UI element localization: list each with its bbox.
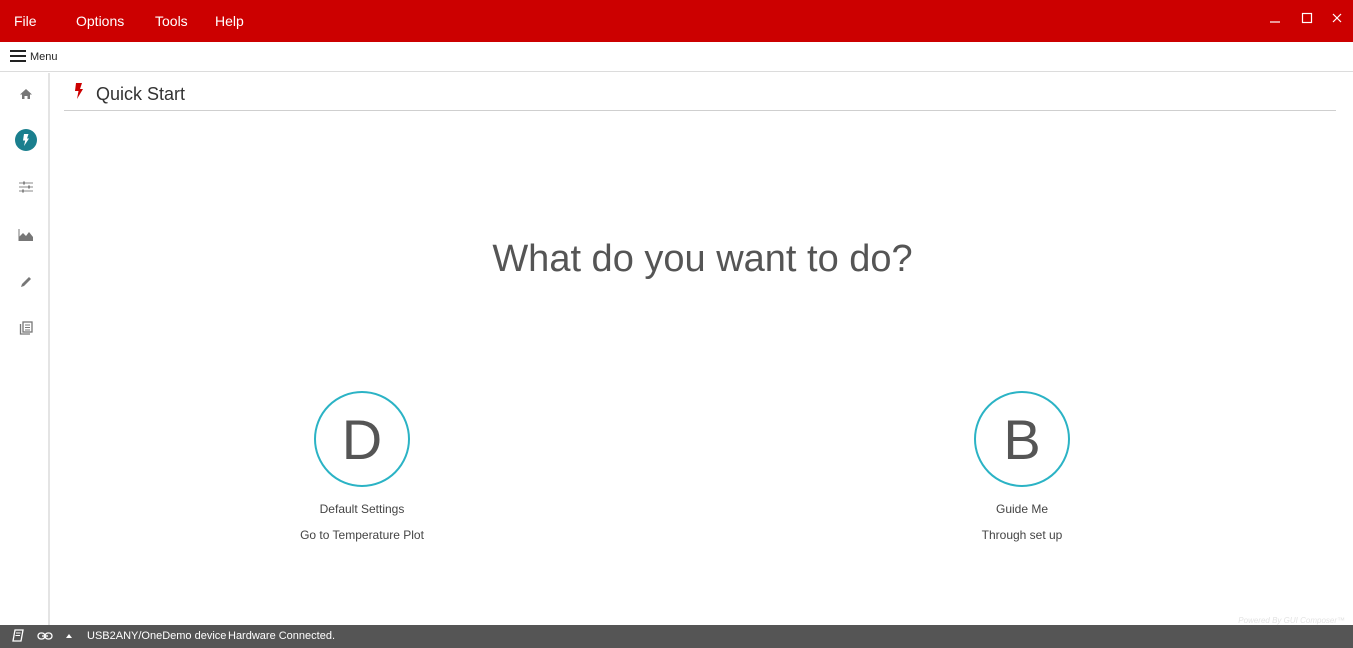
document-icon[interactable] xyxy=(15,317,37,339)
connection-status: Hardware Connected. xyxy=(228,630,336,642)
caret-up-icon[interactable] xyxy=(65,631,73,643)
pencil-icon[interactable] xyxy=(15,271,37,293)
menu-tools[interactable]: Tools xyxy=(155,13,188,29)
option-subtitle: Go to Temperature Plot xyxy=(300,528,424,542)
page-header: Quick Start xyxy=(64,73,1336,111)
guide-me-option[interactable]: B Guide Me Through set up xyxy=(922,391,1122,542)
default-settings-button[interactable]: D xyxy=(314,391,410,487)
home-icon[interactable] xyxy=(15,83,37,105)
maximize-icon[interactable] xyxy=(1298,9,1316,27)
option-title: Guide Me xyxy=(995,502,1049,516)
option-subtitle: Through set up xyxy=(981,528,1063,542)
secondary-menu-bar: Menu xyxy=(0,42,1353,72)
guide-me-button[interactable]: B xyxy=(974,391,1070,487)
sidebar xyxy=(0,73,50,625)
menu-file[interactable]: File xyxy=(14,13,37,29)
menu-options[interactable]: Options xyxy=(76,13,124,29)
area-chart-icon[interactable] xyxy=(15,224,37,246)
minimize-icon[interactable] xyxy=(1266,9,1284,27)
page-title: Quick Start xyxy=(96,84,186,104)
powered-by-label: Powered By GUI Composer™ xyxy=(1238,616,1345,625)
hamburger-icon[interactable] xyxy=(10,50,26,64)
main-content: Quick Start What do you want to do? D De… xyxy=(52,73,1353,625)
link-icon[interactable] xyxy=(37,630,53,645)
menu-toggle-label[interactable]: Menu xyxy=(30,51,58,63)
notebook-icon[interactable] xyxy=(12,629,24,645)
device-name: USB2ANY/OneDemo device xyxy=(87,630,227,642)
status-bar: USB2ANY/OneDemo device Hardware Connecte… xyxy=(0,625,1353,648)
title-bar: File Options Tools Help xyxy=(0,0,1353,42)
bolt-icon xyxy=(74,83,84,104)
option-title: Default Settings xyxy=(319,502,405,516)
default-settings-option[interactable]: D Default Settings Go to Temperature Plo… xyxy=(262,391,462,542)
menu-help[interactable]: Help xyxy=(215,13,244,29)
sliders-icon[interactable] xyxy=(15,176,37,198)
close-icon[interactable] xyxy=(1328,9,1346,27)
bolt-icon[interactable] xyxy=(15,129,37,151)
prompt-question: What do you want to do? xyxy=(492,238,913,280)
